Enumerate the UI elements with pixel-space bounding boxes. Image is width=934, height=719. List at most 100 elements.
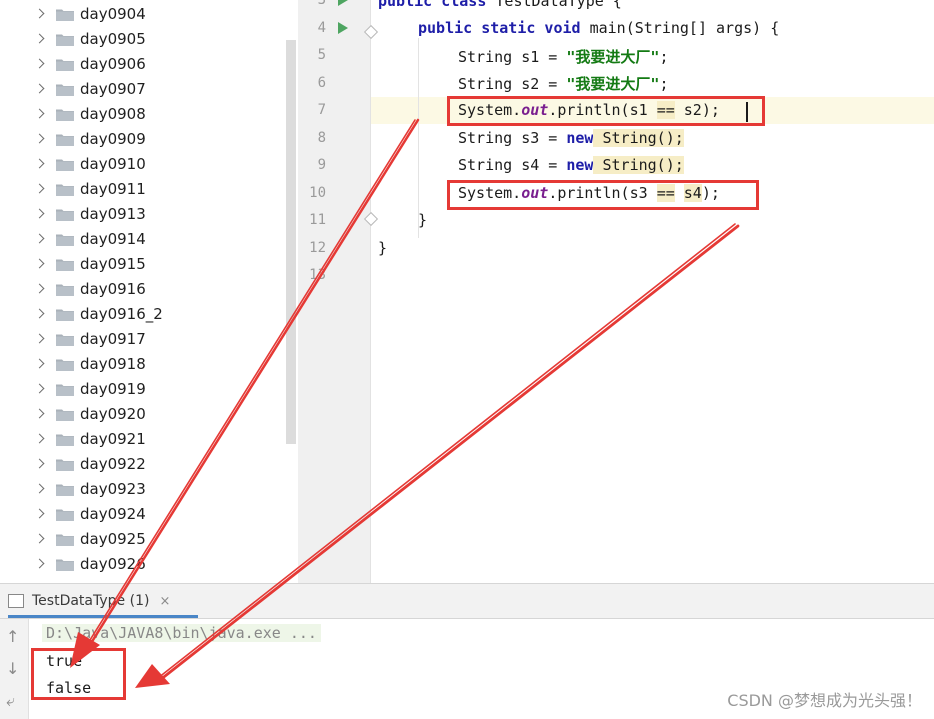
chevron-right-icon[interactable] — [34, 383, 45, 394]
code-text: String s2 = — [458, 75, 567, 93]
tree-item[interactable]: day0925 — [0, 527, 280, 552]
tree-item[interactable]: day0916_2 — [0, 302, 280, 327]
tree-item-label: day0917 — [80, 330, 146, 348]
tree-item[interactable]: day0908 — [0, 102, 280, 127]
chevron-right-icon[interactable] — [34, 408, 45, 419]
folder-icon — [56, 234, 74, 246]
tree-scrollbar[interactable] — [286, 40, 296, 444]
tree-item[interactable]: day0922 — [0, 452, 280, 477]
tree-item-label: day0919 — [80, 380, 146, 398]
line-number: 9 — [317, 157, 326, 173]
run-class-icon[interactable] — [338, 0, 348, 6]
tab-run-config[interactable]: TestDataType (1) × — [8, 584, 170, 618]
chevron-right-icon[interactable] — [34, 508, 45, 519]
tree-item[interactable]: day0914 — [0, 227, 280, 252]
chevron-right-icon[interactable] — [34, 133, 45, 144]
code-text: } — [418, 211, 428, 229]
chevron-right-icon[interactable] — [34, 183, 45, 194]
code-text: String s3 = — [458, 129, 567, 147]
code-text: TestDataType { — [486, 0, 622, 10]
code-text: String s1 = — [458, 48, 567, 66]
chevron-right-icon[interactable] — [34, 8, 45, 19]
chevron-right-icon[interactable] — [34, 83, 45, 94]
tree-item[interactable]: day0924 — [0, 502, 280, 527]
tree-item[interactable]: day0910 — [0, 152, 280, 177]
tree-item-label: day0905 — [80, 30, 146, 48]
tree-item[interactable]: day0917 — [0, 327, 280, 352]
tree-item[interactable]: day0904 — [0, 2, 280, 27]
folder-icon — [56, 9, 74, 21]
tree-item[interactable]: day0918 — [0, 352, 280, 377]
keyword: new — [566, 156, 594, 174]
tree-item-label: day0916_2 — [80, 305, 163, 323]
code-line-5: String s1 = "我要进大厂"; — [458, 46, 668, 67]
chevron-right-icon[interactable] — [34, 483, 45, 494]
code-text: } — [378, 239, 388, 257]
chevron-right-icon[interactable] — [34, 433, 45, 444]
chevron-right-icon[interactable] — [34, 533, 45, 544]
close-icon[interactable]: × — [159, 594, 170, 609]
folder-icon — [56, 409, 74, 421]
annotation-box-line-7 — [447, 96, 765, 126]
chevron-right-icon[interactable] — [34, 58, 45, 69]
folder-icon — [56, 559, 74, 571]
chevron-right-icon[interactable] — [34, 158, 45, 169]
code-text: ; — [659, 75, 669, 93]
chevron-right-icon[interactable] — [34, 233, 45, 244]
folder-icon — [56, 384, 74, 396]
tree-item-label: day0913 — [80, 205, 146, 223]
soft-wrap-icon[interactable]: ⤶ — [6, 691, 15, 711]
folder-icon — [56, 284, 74, 296]
chevron-right-icon[interactable] — [34, 558, 45, 569]
line-number: 5 — [317, 47, 326, 63]
folder-icon — [56, 434, 74, 446]
tree-item-label: day0906 — [80, 55, 146, 73]
keyword: public static void — [418, 19, 581, 37]
tree-item[interactable]: day0919 — [0, 377, 280, 402]
tree-item-label: day0926 — [80, 555, 146, 573]
chevron-right-icon[interactable] — [34, 108, 45, 119]
folder-icon — [56, 84, 74, 96]
code-editor[interactable]: 3 4 5 6 7 8 9 10 11 12 13 public class TestDataTyp… — [298, 0, 934, 583]
indent-guide — [418, 38, 419, 238]
chevron-right-icon[interactable] — [34, 458, 45, 469]
tree-item-label: day0924 — [80, 505, 146, 523]
folder-icon — [56, 459, 74, 471]
tree-item[interactable]: day0916 — [0, 277, 280, 302]
tree-item-label: day0904 — [80, 5, 146, 23]
chevron-right-icon[interactable] — [34, 283, 45, 294]
code-line-9: String s4 = new String(); — [458, 156, 684, 174]
tree-item[interactable]: day0923 — [0, 477, 280, 502]
chevron-right-icon[interactable] — [34, 208, 45, 219]
tree-item[interactable]: day0913 — [0, 202, 280, 227]
run-main-icon[interactable] — [338, 22, 348, 34]
tree-item[interactable]: day0907 — [0, 77, 280, 102]
tree-item-label: day0908 — [80, 105, 146, 123]
tree-item[interactable]: day0906 — [0, 52, 280, 77]
chevron-right-icon[interactable] — [34, 333, 45, 344]
tree-item-label: day0921 — [80, 430, 146, 448]
arrow-down-icon[interactable]: ↓ — [6, 659, 19, 678]
tree-item[interactable]: day0921 — [0, 427, 280, 452]
code-line-8: String s3 = new String(); — [458, 129, 684, 147]
folder-icon — [56, 259, 74, 271]
tree-item[interactable]: day0911 — [0, 177, 280, 202]
line-number: 8 — [317, 129, 326, 146]
tree-item[interactable]: day0915 — [0, 252, 280, 277]
arrow-up-icon[interactable]: ↑ — [6, 627, 19, 646]
chevron-right-icon[interactable] — [34, 258, 45, 269]
tree-item[interactable]: day0909 — [0, 127, 280, 152]
chevron-right-icon[interactable] — [34, 33, 45, 44]
tree-item[interactable]: day0905 — [0, 27, 280, 52]
run-tab-bar: TestDataType (1) × — [0, 584, 934, 619]
tree-item[interactable]: day0926 — [0, 552, 280, 577]
folder-icon — [56, 484, 74, 496]
chevron-right-icon[interactable] — [34, 308, 45, 319]
tree-item-label: day0907 — [80, 80, 146, 98]
console-tab-icon — [8, 594, 24, 608]
keyword: new — [566, 129, 594, 147]
folder-icon — [56, 209, 74, 221]
folder-icon — [56, 509, 74, 521]
tree-item[interactable]: day0920 — [0, 402, 280, 427]
chevron-right-icon[interactable] — [34, 358, 45, 369]
